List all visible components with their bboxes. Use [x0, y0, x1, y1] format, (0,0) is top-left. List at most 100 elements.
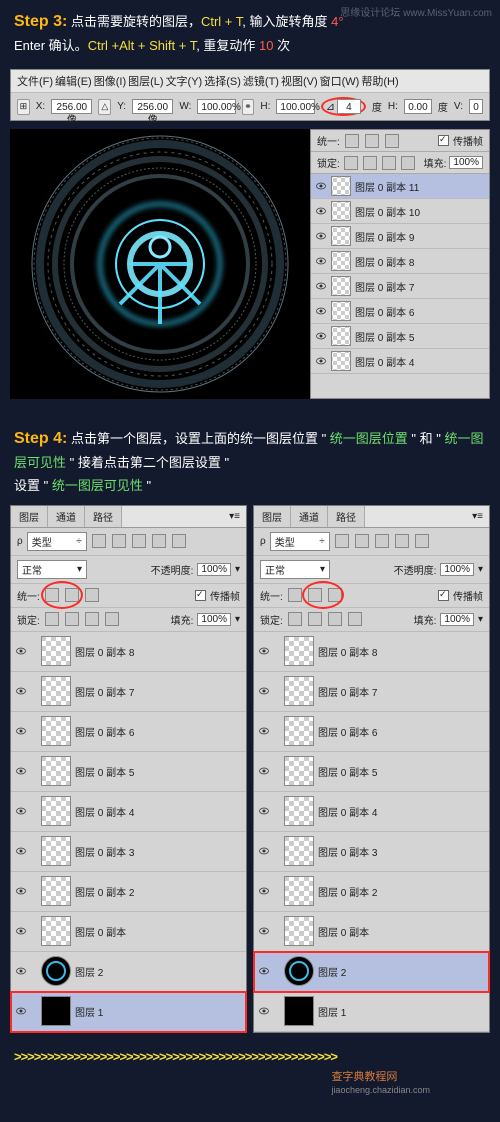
eye-icon[interactable]	[258, 925, 270, 937]
filter-smart-icon[interactable]	[172, 534, 186, 548]
propagate-check[interactable]	[438, 590, 449, 601]
eye-icon[interactable]	[258, 1005, 270, 1017]
eye-icon[interactable]	[15, 845, 27, 857]
tab-layers[interactable]: 图层	[11, 506, 48, 527]
menu-help[interactable]: 帮助(H)	[361, 73, 398, 89]
h2-field[interactable]: 0.00	[404, 99, 432, 114]
layer-row[interactable]: 图层 0 副本 7	[11, 672, 246, 712]
layer-row[interactable]: 图层 0 副本 4	[254, 792, 489, 832]
mini-layer-row[interactable]: 图层 0 副本 9	[311, 224, 489, 249]
fill-value[interactable]: 100%	[449, 156, 483, 169]
eye-icon[interactable]	[258, 965, 270, 977]
lock-trans-icon[interactable]	[344, 156, 358, 170]
layer-row[interactable]: 图层 0 副本	[254, 912, 489, 952]
eye-icon[interactable]	[315, 330, 327, 342]
eye-icon[interactable]	[315, 180, 327, 192]
menu-select[interactable]: 选择(S)	[204, 73, 241, 89]
layer-row[interactable]: 图层 0 副本 3	[254, 832, 489, 872]
lock-all-icon[interactable]	[401, 156, 415, 170]
angle-field[interactable]: 4	[337, 99, 361, 114]
eye-icon[interactable]	[258, 885, 270, 897]
filter-img-icon[interactable]	[335, 534, 349, 548]
layer-row[interactable]: 图层 0 副本 8	[254, 632, 489, 672]
layer-row[interactable]: 图层 2	[11, 952, 246, 992]
tab-paths[interactable]: 路径	[85, 506, 122, 527]
eye-icon[interactable]	[15, 1005, 27, 1017]
tab-channels[interactable]: 通道	[48, 506, 85, 527]
menu-file[interactable]: 文件(F)	[17, 73, 53, 89]
filter-type-icon[interactable]	[132, 534, 146, 548]
tab-channels[interactable]: 通道	[291, 506, 328, 527]
filter-adj-icon[interactable]	[112, 534, 126, 548]
lock-pixel-icon[interactable]	[65, 612, 79, 626]
menu-filter[interactable]: 滤镜(T)	[243, 73, 279, 89]
eye-icon[interactable]	[315, 230, 327, 242]
filter-icon[interactable]: ρ	[17, 536, 23, 547]
layer-row[interactable]: 图层 0 副本 2	[254, 872, 489, 912]
layer-row[interactable]: 图层 0 副本 2	[11, 872, 246, 912]
filter-type[interactable]: 类型÷	[27, 532, 87, 551]
eye-icon[interactable]	[15, 965, 27, 977]
tab-layers[interactable]: 图层	[254, 506, 291, 527]
eye-icon[interactable]	[315, 355, 327, 367]
fill-value[interactable]: 100%	[440, 613, 474, 626]
unify-pos-icon[interactable]	[288, 588, 302, 602]
unify-style-icon[interactable]	[85, 588, 99, 602]
lock-all-icon[interactable]	[105, 612, 119, 626]
layer-row[interactable]: 图层 0 副本 8	[11, 632, 246, 672]
y-field[interactable]: 256.00 像	[132, 99, 173, 114]
layer-row[interactable]: 图层 0 副本 5	[11, 752, 246, 792]
mini-layer-row[interactable]: 图层 0 副本 7	[311, 274, 489, 299]
w-field[interactable]: 100.00%	[197, 99, 235, 114]
link-icon[interactable]: ⚭	[242, 99, 255, 115]
filter-adj-icon[interactable]	[355, 534, 369, 548]
eye-icon[interactable]	[15, 885, 27, 897]
h-field[interactable]: 100.00%	[276, 99, 314, 114]
blend-mode[interactable]: 正常▾	[17, 560, 87, 579]
eye-icon[interactable]	[15, 725, 27, 737]
menu-type[interactable]: 文字(Y)	[166, 73, 203, 89]
filter-shape-icon[interactable]	[395, 534, 409, 548]
layer-row[interactable]: 图层 0 副本 7	[254, 672, 489, 712]
layer-row[interactable]: 图层 0 副本	[11, 912, 246, 952]
panel-menu-icon[interactable]: ▾≡	[466, 511, 489, 522]
eye-icon[interactable]	[258, 725, 270, 737]
filter-icon[interactable]: ρ	[260, 536, 266, 547]
unify-vis-icon[interactable]	[365, 134, 379, 148]
menu-window[interactable]: 窗口(W)	[320, 73, 360, 89]
eye-icon[interactable]	[315, 205, 327, 217]
lock-all-icon[interactable]	[348, 612, 362, 626]
eye-icon[interactable]	[258, 645, 270, 657]
panel-menu-icon[interactable]: ▾≡	[223, 511, 246, 522]
eye-icon[interactable]	[258, 765, 270, 777]
lock-pixel-icon[interactable]	[308, 612, 322, 626]
lock-trans-icon[interactable]	[288, 612, 302, 626]
lock-trans-icon[interactable]	[45, 612, 59, 626]
layer-row[interactable]: 图层 0 副本 6	[254, 712, 489, 752]
eye-icon[interactable]	[15, 685, 27, 697]
eye-icon[interactable]	[15, 925, 27, 937]
eye-icon[interactable]	[258, 685, 270, 697]
menu-layer[interactable]: 图层(L)	[128, 73, 163, 89]
menu-view[interactable]: 视图(V)	[281, 73, 318, 89]
filter-img-icon[interactable]	[92, 534, 106, 548]
menu-edit[interactable]: 编辑(E)	[55, 73, 92, 89]
filter-smart-icon[interactable]	[415, 534, 429, 548]
lock-pixel-icon[interactable]	[363, 156, 377, 170]
propagate-check[interactable]	[438, 135, 449, 146]
mini-layer-row[interactable]: 图层 0 副本 5	[311, 324, 489, 349]
delta-icon[interactable]: △	[98, 99, 111, 115]
unify-pos-icon[interactable]	[345, 134, 359, 148]
mini-layer-row[interactable]: 图层 0 副本 4	[311, 349, 489, 374]
menu-image[interactable]: 图像(I)	[94, 73, 126, 89]
eye-icon[interactable]	[315, 255, 327, 267]
mini-layer-row[interactable]: 图层 0 副本 10	[311, 199, 489, 224]
mini-layer-row[interactable]: 图层 0 副本 6	[311, 299, 489, 324]
eye-icon[interactable]	[15, 645, 27, 657]
eye-icon[interactable]	[315, 280, 327, 292]
opacity-value[interactable]: 100%	[440, 563, 474, 576]
layer-row[interactable]: 图层 2	[254, 952, 489, 992]
filter-shape-icon[interactable]	[152, 534, 166, 548]
mini-layer-row[interactable]: 图层 0 副本 11	[311, 174, 489, 199]
eye-icon[interactable]	[258, 805, 270, 817]
